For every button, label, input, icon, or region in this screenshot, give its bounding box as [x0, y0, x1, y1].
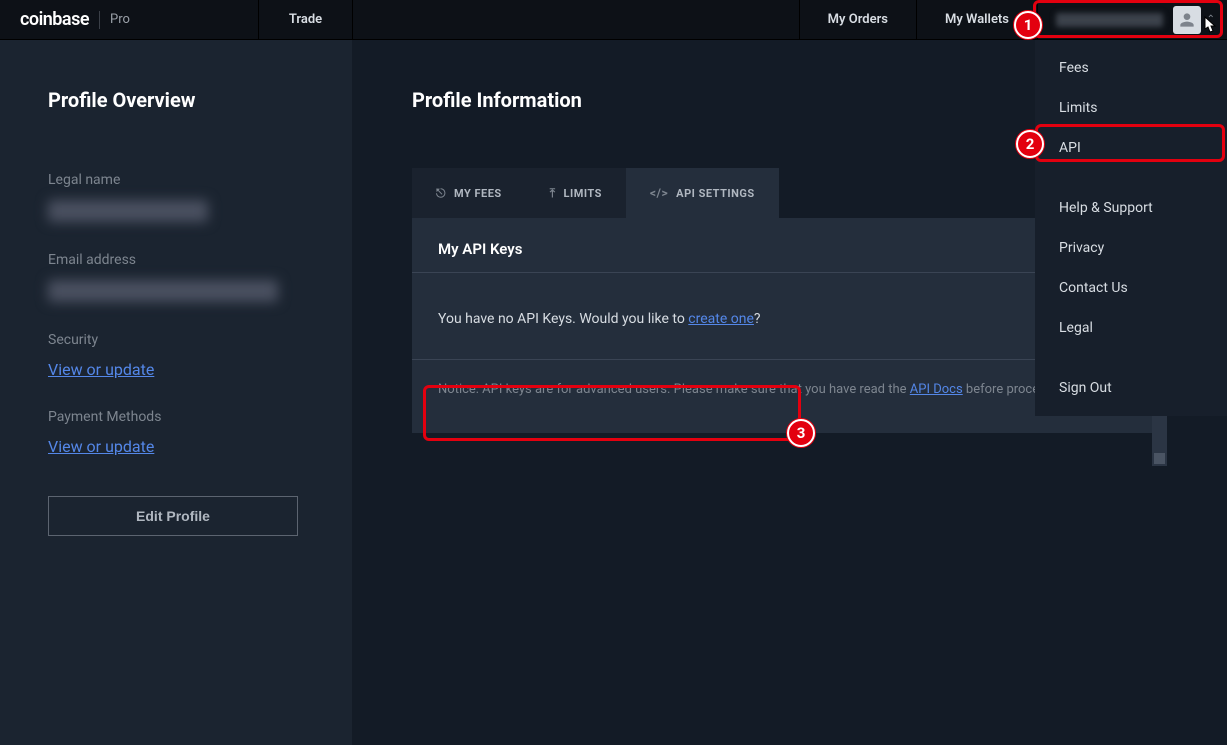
dd-signout[interactable]: Sign Out [1035, 368, 1227, 408]
edit-profile-button[interactable]: Edit Profile [48, 496, 298, 536]
person-icon [1177, 10, 1197, 30]
sidebar-title: Profile Overview [48, 88, 304, 112]
api-docs-link[interactable]: API Docs [910, 382, 963, 397]
dd-api[interactable]: API [1035, 128, 1227, 168]
legal-name-label: Legal name [48, 172, 304, 188]
dd-privacy[interactable]: Privacy [1035, 228, 1227, 268]
nav-user-menu[interactable]: ⌃ [1037, 0, 1227, 40]
tab-limits[interactable]: ⤒ LIMITS [526, 168, 626, 218]
create-one-link[interactable]: create one [688, 311, 754, 327]
dd-legal[interactable]: Legal [1035, 308, 1227, 348]
code-icon: </> [650, 186, 668, 200]
payment-link[interactable]: View or update [48, 437, 304, 456]
dd-contact[interactable]: Contact Us [1035, 268, 1227, 308]
brand-divider [99, 11, 100, 29]
dd-separator [1035, 348, 1227, 368]
top-nav: coinbase Pro Trade My Orders My Wallets … [0, 0, 1227, 40]
chevron-up-icon: ⌃ [1207, 14, 1215, 25]
sidebar: Profile Overview Legal name Email addres… [0, 40, 352, 745]
legal-name-redacted [48, 200, 208, 222]
upload-icon: ⤒ [550, 186, 556, 201]
dd-fees[interactable]: Fees [1035, 48, 1227, 88]
payment-label: Payment Methods [48, 409, 304, 425]
notice-text: Notice: API keys are for advanced users.… [438, 382, 910, 397]
security-link[interactable]: View or update [48, 360, 304, 379]
security-label: Security [48, 332, 304, 348]
tab-my-fees[interactable]: ⎋ MY FEES [412, 168, 526, 218]
brand-sub: Pro [110, 12, 130, 27]
tab-label: LIMITS [564, 187, 602, 200]
brand[interactable]: coinbase Pro [0, 9, 258, 30]
avatar [1173, 6, 1201, 34]
brand-name: coinbase [20, 9, 89, 30]
tab-label: MY FEES [454, 187, 502, 200]
user-dropdown: Fees Limits API Help & Support Privacy C… [1035, 40, 1227, 416]
tab-label: API SETTINGS [676, 187, 754, 200]
dd-separator [1035, 168, 1227, 188]
dd-help[interactable]: Help & Support [1035, 188, 1227, 228]
user-name-redacted [1056, 13, 1163, 27]
nav-my-wallets[interactable]: My Wallets [916, 0, 1037, 40]
link-icon: ⎋ [436, 186, 446, 201]
empty-text: You have no API Keys. Would you like to [438, 311, 688, 327]
dd-limits[interactable]: Limits [1035, 88, 1227, 128]
nav-trade[interactable]: Trade [258, 0, 353, 40]
email-label: Email address [48, 252, 304, 268]
email-redacted [48, 280, 278, 302]
nav-my-orders[interactable]: My Orders [799, 0, 916, 40]
empty-suffix: ? [754, 311, 761, 327]
tab-api-settings[interactable]: </> API SETTINGS [626, 168, 779, 218]
